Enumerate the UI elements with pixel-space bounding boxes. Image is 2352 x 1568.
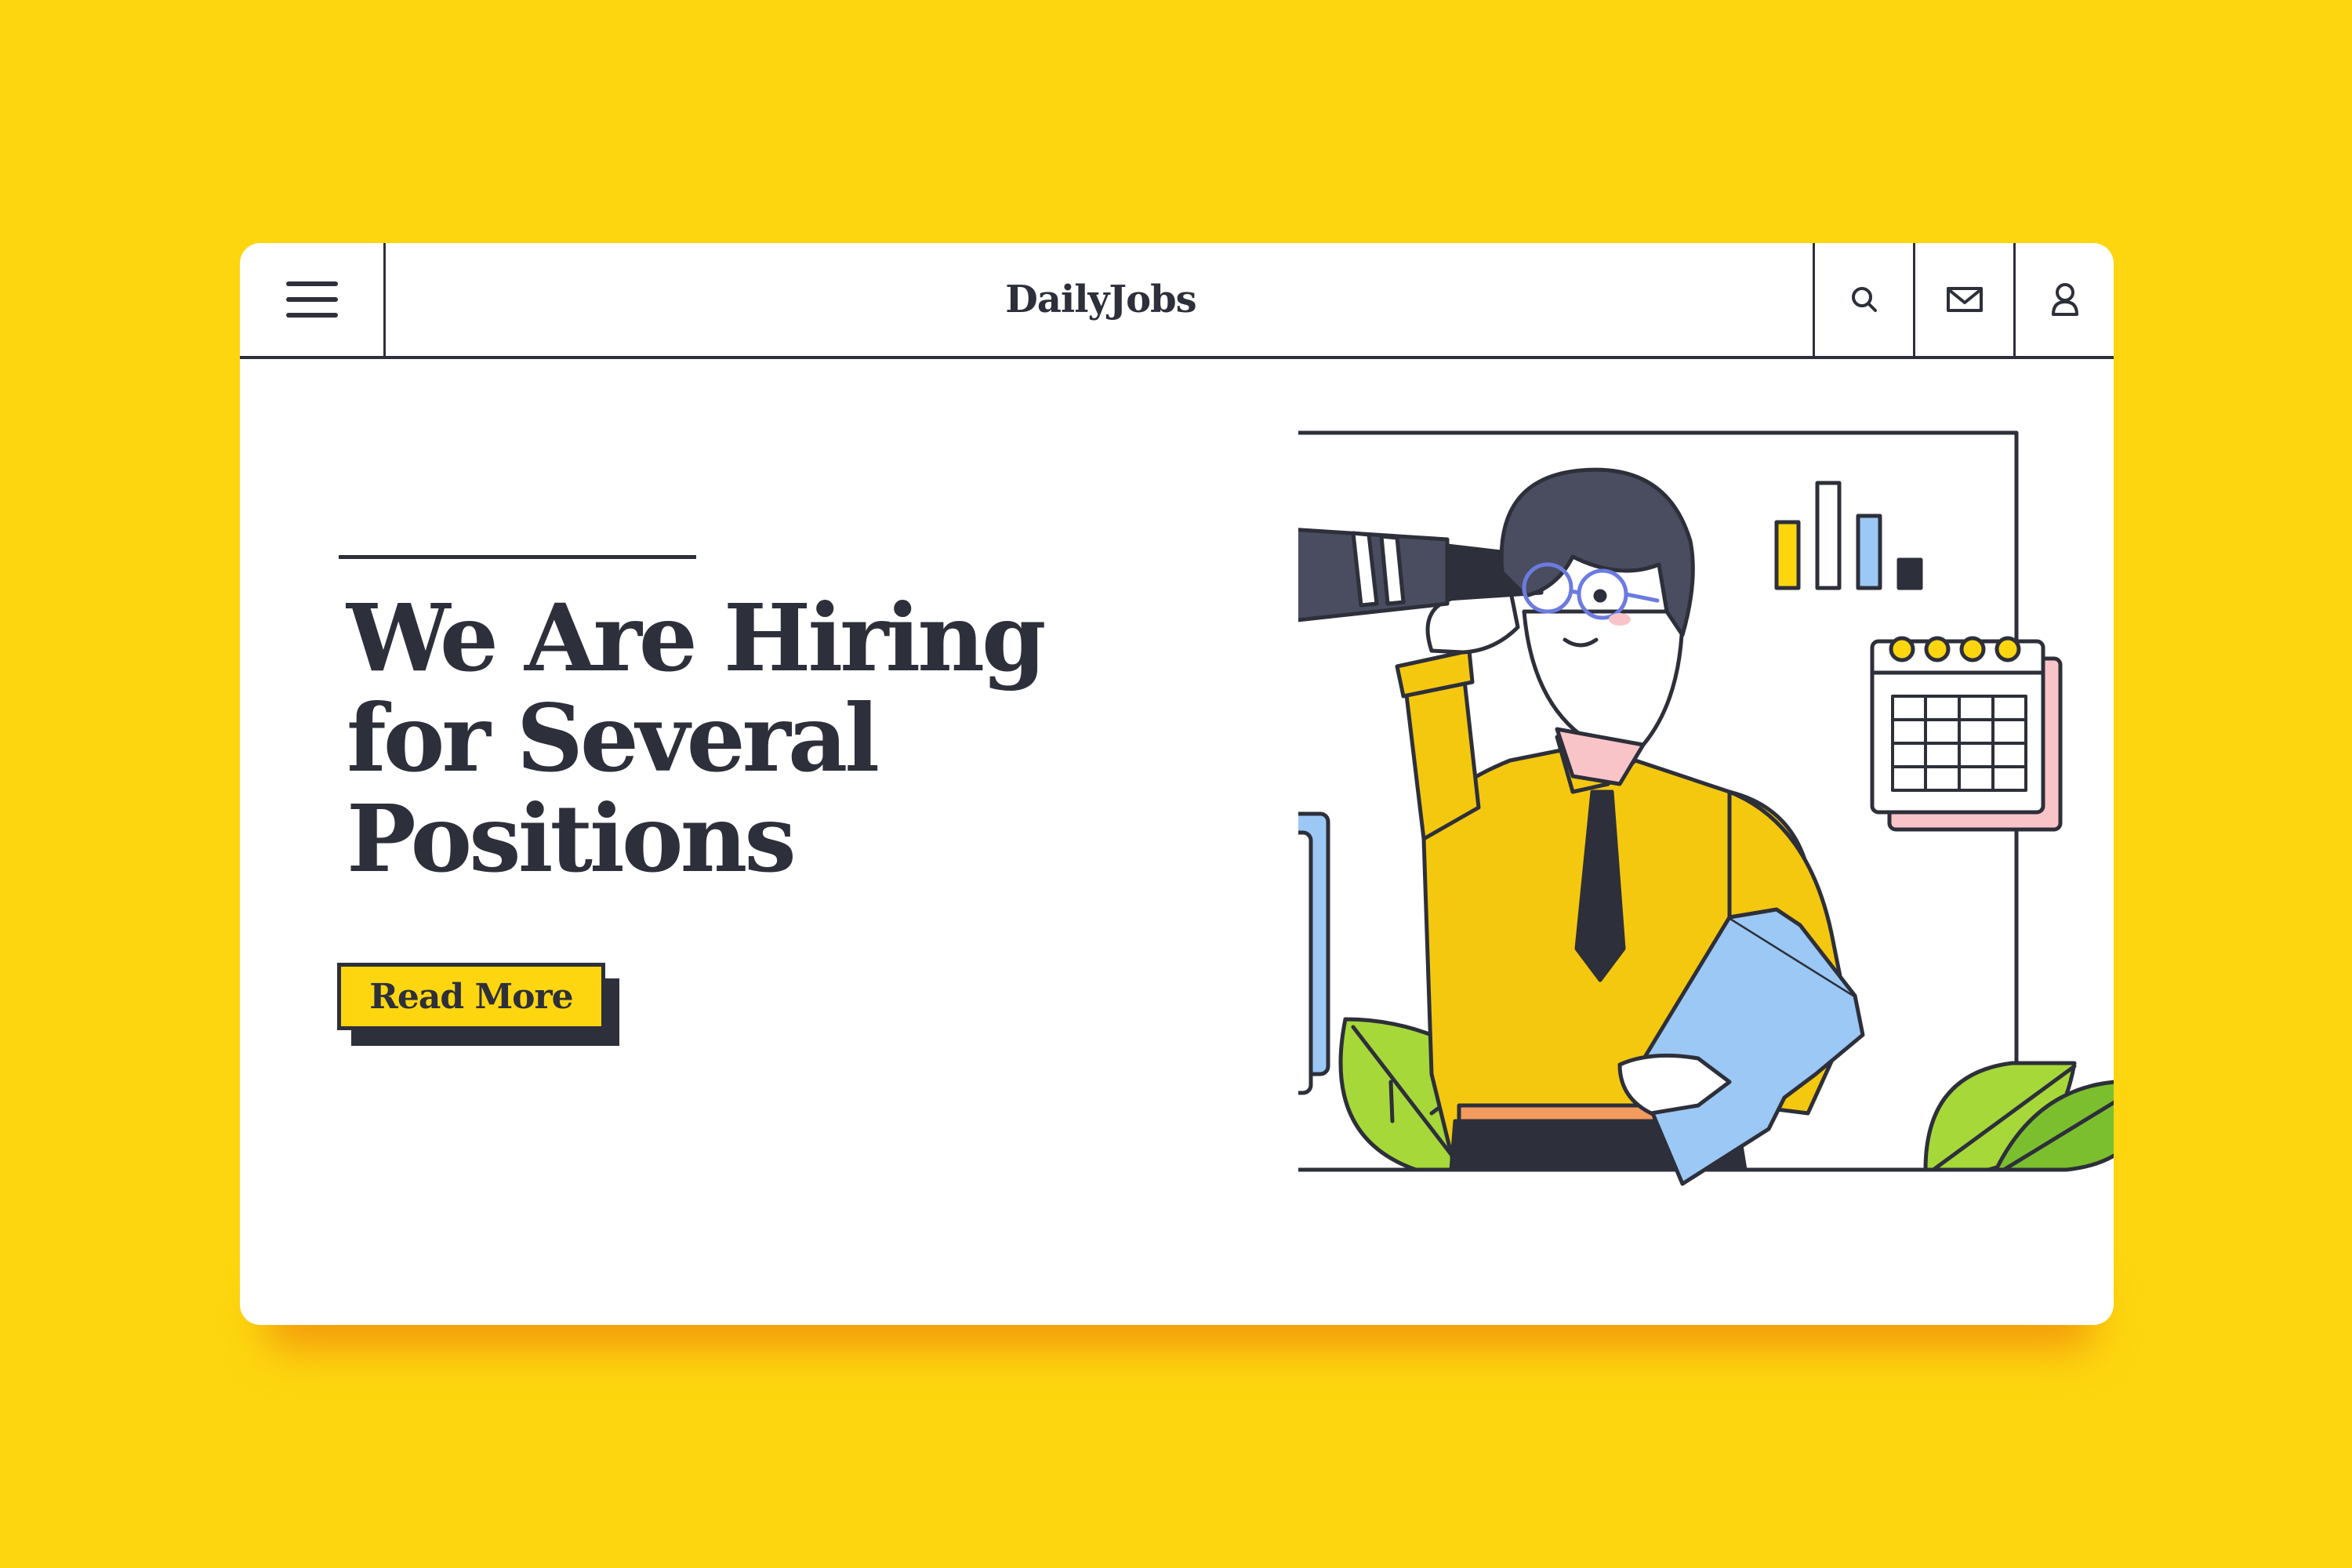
read-more-button[interactable]: Read More	[337, 963, 605, 1030]
document-icon	[1298, 811, 1330, 1095]
headline-line-1: We Are Hiring	[347, 583, 1047, 692]
user-icon	[2051, 283, 2078, 316]
hero-headline: We Are Hiring for Several Positions	[347, 588, 1099, 889]
top-navbar: DailyJobs	[240, 243, 2114, 359]
brand-logo[interactable]: DailyJobs	[386, 243, 1816, 356]
hiring-illustration	[1298, 430, 2114, 1186]
mail-icon	[1946, 287, 1983, 312]
headline-line-3: Positions	[347, 784, 797, 893]
landing-page-card: DailyJobs We Are Hiring for Several Posi…	[240, 243, 2114, 1325]
hamburger-menu-icon	[285, 281, 338, 318]
account-button[interactable]	[2013, 243, 2114, 356]
search-icon	[1851, 287, 1877, 312]
menu-button[interactable]	[240, 243, 386, 356]
messages-button[interactable]	[1913, 243, 2013, 356]
search-button[interactable]	[1813, 243, 1913, 356]
headline-accent-line	[339, 555, 696, 559]
headline-line-2: for Several	[347, 684, 880, 793]
calendar-icon	[1870, 636, 2063, 832]
